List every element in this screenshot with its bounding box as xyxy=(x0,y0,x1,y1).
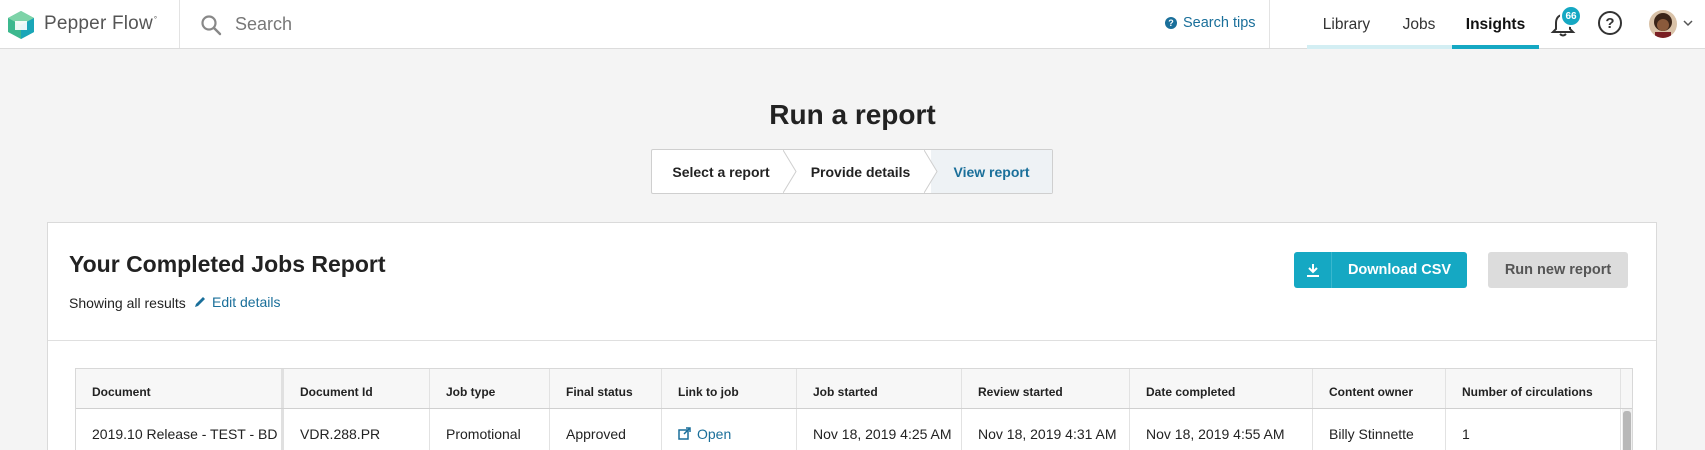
cell-document: 2019.10 Release - TEST - BD N xyxy=(76,409,284,450)
notification-badge[interactable]: 66 xyxy=(1560,5,1582,27)
column-header[interactable]: Document Id xyxy=(284,369,430,408)
step-label: View report xyxy=(953,163,1030,180)
page-title: Run a report xyxy=(769,99,936,130)
report-table: Document Document Id Job type Final stat… xyxy=(75,368,1633,450)
cell-document-id: VDR.288.PR xyxy=(284,409,430,450)
table-row[interactable]: 2019.10 Release - TEST - BD N VDR.288.PR… xyxy=(76,409,1632,450)
report-title: Your Completed Jobs Report xyxy=(69,251,386,277)
run-new-report-button[interactable]: Run new report xyxy=(1488,252,1628,288)
search-icon xyxy=(201,15,222,36)
divider xyxy=(179,0,180,48)
column-header[interactable]: Number of circulations xyxy=(1446,369,1621,408)
external-link-icon xyxy=(678,427,691,440)
avatar[interactable] xyxy=(1649,10,1677,38)
nav-underline-active xyxy=(1452,45,1539,49)
chevron-down-icon[interactable] xyxy=(1683,18,1693,28)
report-card: Your Completed Jobs Report Showing all r… xyxy=(47,222,1657,450)
step-select-report[interactable]: Select a report xyxy=(652,150,790,193)
nav-insights-label: Insights xyxy=(1465,15,1526,33)
question-circle-icon: ? xyxy=(1165,17,1177,29)
cell-content-owner: Billy Stinnette xyxy=(1313,409,1446,450)
logo-icon[interactable] xyxy=(7,10,35,40)
nav-jobs[interactable]: Jobs xyxy=(1386,0,1452,49)
pencil-icon xyxy=(195,297,205,307)
cell-link-to-job: Open xyxy=(662,409,797,450)
column-header[interactable]: Review started xyxy=(962,369,1130,408)
nav-library-label: Library xyxy=(1322,15,1371,33)
cell-job-started: Nov 18, 2019 4:25 AM xyxy=(797,409,962,450)
step-label: Provide details xyxy=(810,163,911,180)
help-icon[interactable]: ? xyxy=(1598,11,1622,35)
download-csv-label: Download CSV xyxy=(1347,262,1452,278)
nav-jobs-label: Jobs xyxy=(1402,15,1436,33)
download-icon xyxy=(1294,252,1332,288)
open-job-link[interactable]: Open xyxy=(678,426,731,442)
cell-review-started: Nov 18, 2019 4:31 AM xyxy=(962,409,1130,450)
step-label: Select a report xyxy=(672,163,770,180)
column-header[interactable]: Job type xyxy=(430,369,550,408)
open-job-label: Open xyxy=(697,425,732,442)
cell-circulations: 1 xyxy=(1446,409,1621,450)
cell-final-status: Approved xyxy=(550,409,662,450)
report-steps: Select a report Provide details View rep… xyxy=(651,149,1053,194)
brand-name[interactable]: Pepper Flow° xyxy=(44,13,157,35)
divider xyxy=(1269,0,1270,48)
report-header: Your Completed Jobs Report Showing all r… xyxy=(48,223,1656,341)
edit-details-label: Edit details xyxy=(212,294,281,310)
step-separator xyxy=(924,150,938,193)
nav-underline xyxy=(1386,45,1452,49)
search-input[interactable] xyxy=(235,10,775,38)
column-header[interactable]: Job started xyxy=(797,369,962,408)
step-provide-details[interactable]: Provide details xyxy=(790,150,931,193)
table-scrollbar[interactable] xyxy=(1622,409,1632,450)
scrollbar-thumb[interactable] xyxy=(1623,411,1631,450)
cell-date-completed: Nov 18, 2019 4:55 AM xyxy=(1130,409,1313,450)
top-bar: Pepper Flow° ? Search tips Library Jobs … xyxy=(0,0,1705,49)
column-header[interactable]: Date completed xyxy=(1130,369,1313,408)
search-tips-label: Search tips xyxy=(1183,15,1256,31)
edit-details-link[interactable]: Edit details xyxy=(194,294,280,310)
nav-underline xyxy=(1307,45,1386,49)
table-header: Document Document Id Job type Final stat… xyxy=(76,369,1632,409)
results-summary: Showing all results xyxy=(69,295,186,311)
search-tips-link[interactable]: ? Search tips xyxy=(1165,15,1256,31)
step-separator xyxy=(783,150,797,193)
column-header[interactable]: Document xyxy=(76,369,284,408)
column-header[interactable]: Final status xyxy=(550,369,662,408)
nav-insights[interactable]: Insights xyxy=(1452,0,1539,49)
column-header[interactable]: Link to job xyxy=(662,369,797,408)
nav-library[interactable]: Library xyxy=(1307,0,1386,49)
download-csv-button[interactable]: Download CSV xyxy=(1294,252,1467,288)
step-view-report[interactable]: View report xyxy=(931,150,1052,193)
column-header[interactable]: Content owner xyxy=(1313,369,1446,408)
cell-job-type: Promotional xyxy=(430,409,550,450)
